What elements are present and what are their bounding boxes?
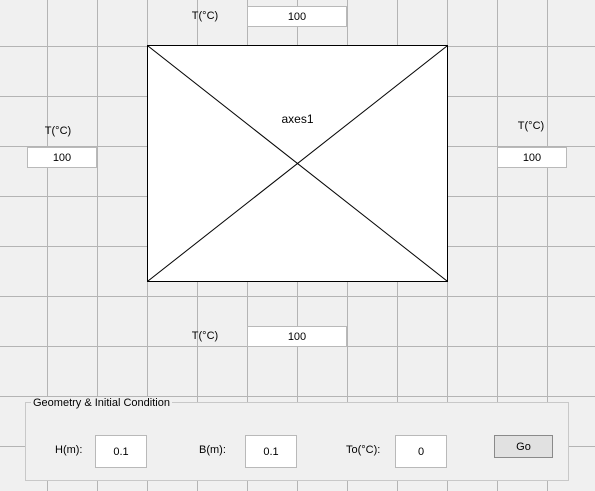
initial-temp-label: To(°C):	[346, 444, 381, 456]
height-field[interactable]	[95, 435, 147, 468]
top-temp-field[interactable]	[247, 6, 347, 27]
axes-plot-area: axes1	[147, 45, 448, 282]
axes-label: axes1	[281, 112, 314, 126]
right-temp-field[interactable]	[497, 147, 567, 168]
axes-placeholder-cross	[148, 46, 447, 281]
breadth-field[interactable]	[245, 435, 297, 468]
top-temp-label: T(°C)	[191, 10, 219, 22]
left-temp-label: T(°C)	[44, 125, 72, 137]
height-label: H(m):	[55, 444, 83, 456]
breadth-label: B(m):	[199, 444, 226, 456]
left-temp-field[interactable]	[27, 147, 97, 168]
right-temp-label: T(°C)	[517, 120, 545, 132]
bottom-temp-field[interactable]	[247, 326, 347, 347]
bottom-temp-label: T(°C)	[191, 330, 219, 342]
initial-temp-field[interactable]	[395, 435, 447, 468]
panel-title: Geometry & Initial Condition	[31, 397, 172, 409]
go-button[interactable]: Go	[494, 435, 553, 458]
geometry-panel: Geometry & Initial Condition H(m): B(m):…	[25, 397, 569, 481]
